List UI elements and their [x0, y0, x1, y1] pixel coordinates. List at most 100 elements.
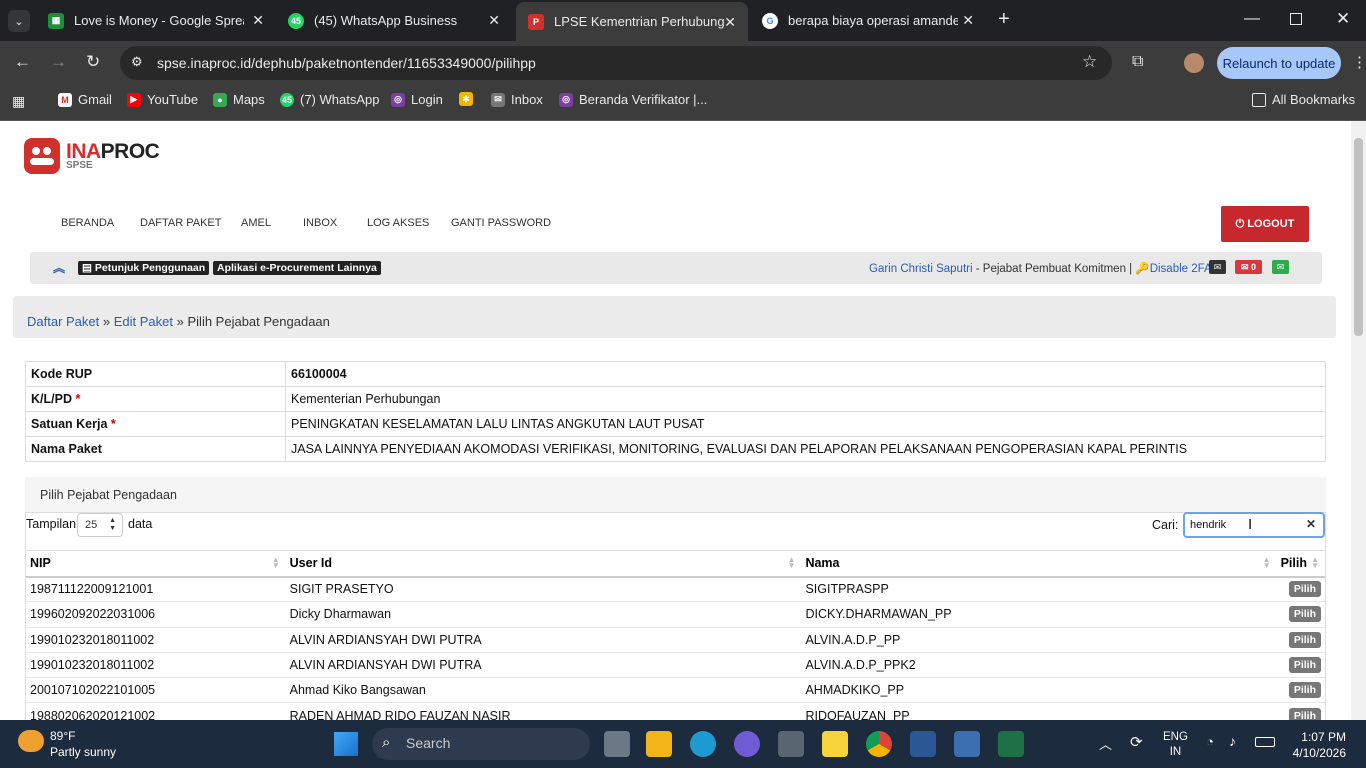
- column-header-nip[interactable]: NIP ▲ ▼: [26, 550, 286, 578]
- window-close-icon[interactable]: ✕: [1336, 9, 1350, 29]
- column-header-pilih[interactable]: Pilih ▲ ▼: [1276, 550, 1325, 578]
- bookmark-label: Login: [411, 92, 443, 107]
- bookmark-login[interactable]: ◎ Login: [391, 92, 443, 107]
- column-header-nama[interactable]: Nama ▲ ▼: [801, 550, 1277, 578]
- taskbar-search[interactable]: ⌕ Search: [372, 728, 590, 760]
- sync-icon[interactable]: ⟳: [1130, 733, 1143, 751]
- word-icon[interactable]: [910, 731, 936, 757]
- mail-count-badge[interactable]: ✉ 0: [1235, 260, 1262, 274]
- mail-icon[interactable]: ✉: [1209, 260, 1226, 274]
- wifi-icon[interactable]: ◔: [1206, 734, 1214, 749]
- petunjuk-penggunaan-badge[interactable]: ▤ Petunjuk Penggunaan: [78, 261, 210, 275]
- breadcrumb-edit-paket[interactable]: Edit Paket: [114, 314, 173, 329]
- nav-log-akses[interactable]: LOG AKSES: [367, 217, 429, 229]
- tab-google[interactable]: G berapa biaya operasi amandel - ✕: [750, 0, 986, 41]
- bookmark-beranda[interactable]: ◎ Beranda Verifikator |...: [559, 92, 707, 107]
- collapse-icon[interactable]: ︽: [53, 259, 65, 276]
- bookmark-star-icon[interactable]: ☆: [1082, 52, 1097, 72]
- back-icon[interactable]: ←: [14, 52, 31, 72]
- nav-ganti-password[interactable]: GANTI PASSWORD: [451, 217, 551, 229]
- profile-avatar[interactable]: [1184, 53, 1204, 73]
- search-value: hendrik: [1190, 519, 1227, 531]
- nav-amel[interactable]: AMEL: [241, 217, 271, 229]
- pilih-button[interactable]: Pilih: [1288, 657, 1321, 674]
- weather-desc[interactable]: Partly sunny: [50, 745, 116, 759]
- volume-icon[interactable]: ♪: [1229, 733, 1236, 749]
- clock[interactable]: 1:07 PM 4/10/2026: [1288, 729, 1346, 761]
- page-length-select[interactable]: 25 ▲ ▼: [77, 513, 123, 537]
- weather-temp[interactable]: 89°F: [50, 729, 75, 743]
- sheets-icon: ▦: [48, 12, 64, 29]
- bookmark-whatsapp[interactable]: 45 (7) WhatsApp: [280, 92, 379, 107]
- user-name[interactable]: Garin Christi Saputri: [869, 263, 973, 275]
- column-header-user-id[interactable]: User Id ▲ ▼: [285, 550, 802, 578]
- pilih-button[interactable]: Pilih: [1288, 581, 1321, 598]
- windows-taskbar: [0, 720, 1366, 768]
- info-key: Nama Paket: [25, 436, 286, 462]
- disable-2fa-link[interactable]: Disable 2FA: [1150, 263, 1212, 275]
- start-icon[interactable]: [334, 732, 358, 756]
- open-mail-icon[interactable]: ✉: [1272, 260, 1289, 274]
- bookmark-maps[interactable]: ● Maps: [213, 92, 265, 107]
- sticky-notes-icon[interactable]: [822, 731, 848, 757]
- excel-icon[interactable]: [998, 731, 1024, 757]
- relaunch-button[interactable]: Relaunch to update: [1217, 47, 1341, 79]
- scrollbar-thumb[interactable]: [1354, 138, 1363, 336]
- bookmark-pinwheel[interactable]: ✻: [459, 92, 479, 106]
- clear-search-icon[interactable]: ✕: [1306, 517, 1316, 531]
- restore-icon[interactable]: [1290, 13, 1302, 25]
- calculator-icon[interactable]: [954, 731, 980, 757]
- file-explorer-icon[interactable]: [646, 731, 672, 757]
- close-icon[interactable]: ✕: [962, 12, 974, 29]
- minimize-icon[interactable]: —: [1244, 10, 1260, 28]
- weather-icon[interactable]: [18, 730, 44, 752]
- app-icon[interactable]: [734, 731, 760, 757]
- gmail-icon: M: [58, 92, 72, 107]
- close-icon[interactable]: ✕: [724, 14, 736, 31]
- extensions-icon[interactable]: ⧉: [1132, 53, 1143, 71]
- breadcrumb-daftar-paket[interactable]: Daftar Paket: [27, 314, 99, 329]
- tab-lpse[interactable]: P LPSE Kementrian Perhubungan ✕: [516, 2, 748, 41]
- task-view-icon[interactable]: [604, 731, 630, 757]
- pilih-button[interactable]: Pilih: [1288, 707, 1321, 720]
- site-info-icon[interactable]: ⚙: [131, 54, 143, 70]
- tray-chevron-icon[interactable]: ︿: [1099, 734, 1112, 753]
- nav-beranda[interactable]: BERANDA: [61, 217, 114, 229]
- maps-icon: ●: [213, 92, 227, 107]
- all-bookmarks[interactable]: All Bookmarks: [1252, 92, 1355, 107]
- search-placeholder: Search: [406, 735, 451, 751]
- language-indicator[interactable]: ENG IN: [1163, 730, 1188, 760]
- pilih-button[interactable]: Pilih: [1288, 682, 1321, 699]
- logout-button[interactable]: ⏻ LOGOUT: [1221, 206, 1309, 242]
- search-input[interactable]: hendrik ✕: [1183, 512, 1325, 538]
- aplikasi-eproc-badge[interactable]: Aplikasi e-Procurement Lainnya: [213, 261, 381, 275]
- close-icon[interactable]: ✕: [252, 12, 264, 29]
- close-icon[interactable]: ✕: [488, 12, 500, 29]
- breadcrumb-items: Daftar Paket » Edit Paket » Pilih Pejaba…: [27, 314, 330, 329]
- battery-icon[interactable]: [1255, 737, 1275, 747]
- edge-icon[interactable]: [690, 731, 716, 757]
- apps-icon[interactable]: ▦: [12, 93, 25, 110]
- tab-whatsapp[interactable]: 45 (45) WhatsApp Business ✕: [276, 0, 512, 41]
- pilih-button[interactable]: Pilih: [1288, 631, 1321, 648]
- show-suffix: data: [128, 517, 153, 531]
- new-tab-icon[interactable]: +: [998, 8, 1010, 31]
- bookmark-youtube[interactable]: ▶ YouTube: [127, 92, 198, 107]
- camera-icon[interactable]: [778, 731, 804, 757]
- logout-label: LOGOUT: [1247, 218, 1295, 230]
- bookmark-inbox[interactable]: ✉ Inbox: [491, 92, 543, 107]
- tab-search-icon[interactable]: ⌄: [8, 10, 30, 32]
- pilih-button[interactable]: Pilih: [1288, 606, 1321, 623]
- cell-user-id: ALVIN ARDIANSYAH DWI PUTRA: [285, 627, 802, 653]
- nav-daftar-paket[interactable]: DAFTAR PAKET: [140, 217, 222, 229]
- chrome-icon[interactable]: [866, 731, 892, 757]
- menu-icon[interactable]: ⋮: [1352, 53, 1366, 71]
- url-text[interactable]: spse.inaproc.id/dephub/paketnontender/11…: [157, 55, 536, 71]
- forward-icon[interactable]: →: [50, 52, 67, 72]
- reload-icon[interactable]: ↻: [86, 52, 100, 72]
- bookmark-gmail[interactable]: M Gmail: [58, 92, 112, 107]
- youtube-icon: ▶: [127, 92, 141, 107]
- nav-inbox[interactable]: INBOX: [303, 217, 337, 229]
- bookmark-label: Maps: [233, 92, 265, 107]
- tab-spreadsheet[interactable]: ▦ Love is Money - Google Spread ✕: [36, 0, 276, 41]
